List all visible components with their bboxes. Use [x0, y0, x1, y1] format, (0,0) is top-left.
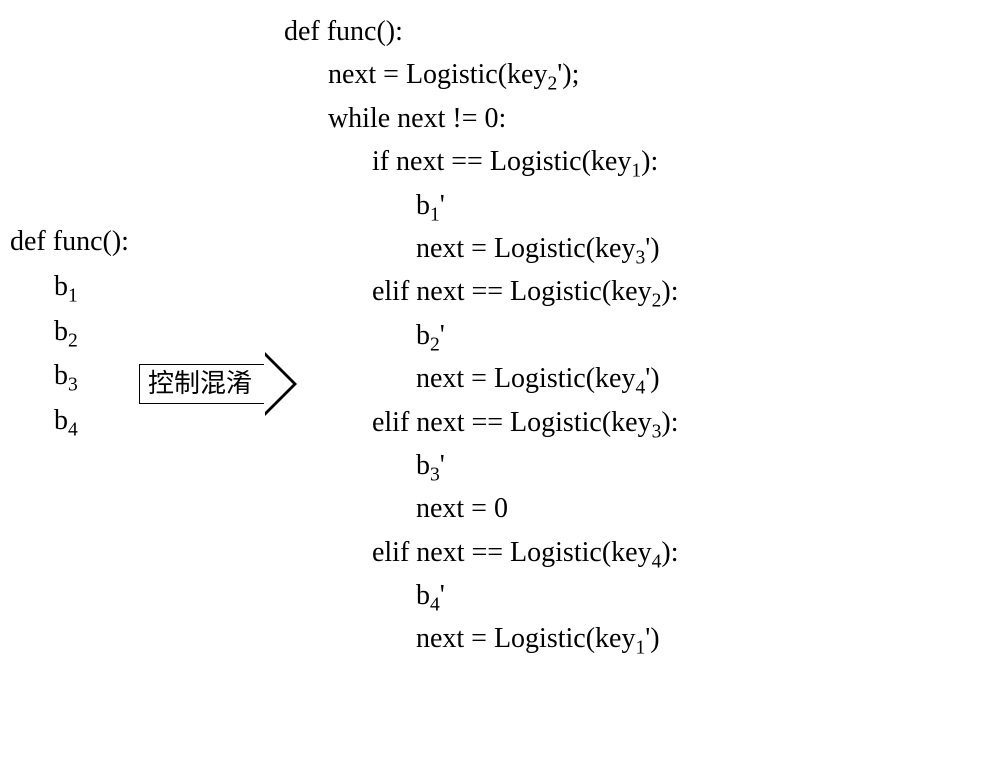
- diagram: def func(): b1 b2 b3 b4 控制混淆 def func():…: [0, 0, 1000, 767]
- next4-line: next = Logistic(key1'): [284, 617, 1000, 660]
- next2-line: next = Logistic(key4'): [284, 357, 1000, 400]
- text: b: [416, 190, 430, 221]
- sub: 1: [631, 161, 641, 182]
- b-letter: b: [54, 316, 68, 347]
- text: ):: [661, 537, 678, 568]
- b-letter: b: [54, 405, 68, 436]
- left-def-line: def func():: [10, 220, 129, 265]
- text: ):: [661, 407, 678, 438]
- text: ):: [641, 146, 658, 177]
- elif3-line: elif next == Logistic(key3):: [284, 401, 1000, 444]
- text: b: [416, 450, 430, 481]
- arrow-column: 控制混淆: [129, 0, 276, 767]
- next1-line: next = Logistic(key3'): [284, 227, 1000, 270]
- text: ': [440, 580, 445, 611]
- sub: 3: [430, 465, 440, 486]
- right-def-line: def func():: [284, 10, 1000, 53]
- elif2-line: elif next == Logistic(key2):: [284, 270, 1000, 313]
- obfuscated-code-block: def func(): next = Logistic(key2'); whil…: [276, 0, 1000, 661]
- b-letter: b: [54, 271, 68, 302]
- elif4-line: elif next == Logistic(key4):: [284, 531, 1000, 574]
- text: b: [416, 580, 430, 611]
- b1-prime: b1': [284, 184, 1000, 227]
- text: next = Logistic(key: [416, 363, 636, 394]
- text: ': [440, 450, 445, 481]
- sub: 4: [430, 595, 440, 616]
- b3-sub: 3: [68, 375, 78, 396]
- b3-prime: b3': [284, 444, 1000, 487]
- text: elif next == Logistic(key: [372, 276, 652, 307]
- text: elif next == Logistic(key: [372, 537, 652, 568]
- b2-sub: 2: [68, 330, 78, 351]
- sub: 3: [652, 421, 662, 442]
- text: '): [645, 623, 659, 654]
- b2-prime: b2': [284, 314, 1000, 357]
- text: '): [645, 363, 659, 394]
- text: next = Logistic(key: [416, 623, 636, 654]
- text: elif next == Logistic(key: [372, 407, 652, 438]
- text: ': [440, 190, 445, 221]
- sub: 4: [635, 378, 645, 399]
- text: '): [645, 233, 659, 264]
- b4-prime: b4': [284, 574, 1000, 617]
- left-b4: b4: [10, 399, 129, 444]
- sub: 2: [430, 334, 440, 355]
- left-b2: b2: [10, 310, 129, 355]
- sub: 4: [652, 551, 662, 572]
- text: ');: [557, 59, 579, 90]
- left-b1: b1: [10, 265, 129, 310]
- if1-line: if next == Logistic(key1):: [284, 140, 1000, 183]
- sub: 1: [635, 638, 645, 659]
- transform-arrow-icon: 控制混淆: [139, 364, 266, 404]
- b-letter: b: [54, 360, 68, 391]
- sub: 3: [635, 248, 645, 269]
- next3-line: next = 0: [284, 487, 1000, 530]
- arrow-label: 控制混淆: [139, 364, 266, 404]
- text: next = Logistic(key: [328, 59, 548, 90]
- b4-sub: 4: [68, 420, 78, 441]
- left-b3: b3: [10, 354, 129, 399]
- b1-sub: 1: [68, 285, 78, 306]
- source-code-block: def func(): b1 b2 b3 b4: [0, 0, 129, 444]
- text: b: [416, 320, 430, 351]
- next-init-line: next = Logistic(key2');: [284, 53, 1000, 96]
- text: next = Logistic(key: [416, 233, 636, 264]
- sub: 2: [652, 291, 662, 312]
- sub: 2: [547, 74, 557, 95]
- text: ):: [661, 276, 678, 307]
- sub: 1: [430, 204, 440, 225]
- text: ': [440, 320, 445, 351]
- while-line: while next != 0:: [284, 97, 1000, 140]
- text: if next == Logistic(key: [372, 146, 631, 177]
